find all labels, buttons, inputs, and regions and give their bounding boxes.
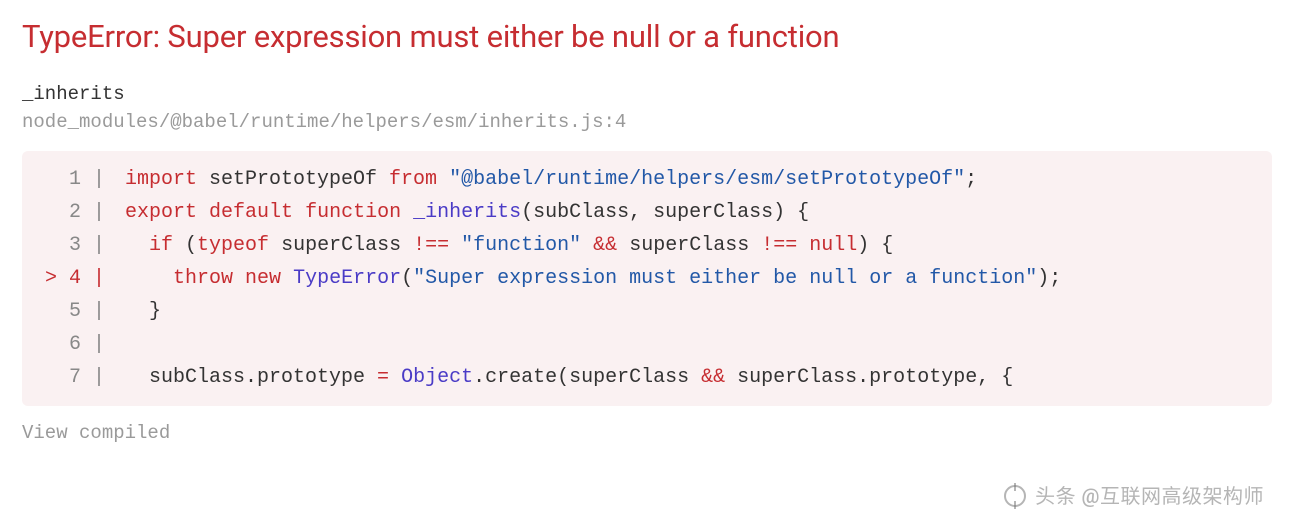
watermark: 头条 @互联网高级架构师 <box>1004 480 1264 509</box>
stack-frame-function: _inherits <box>22 83 1272 105</box>
code-line: 7 | subClass.prototype = Object.create(s… <box>22 361 1272 394</box>
line-content: } <box>117 295 161 328</box>
view-compiled-link[interactable]: View compiled <box>22 422 1272 444</box>
line-content: subClass.prototype = Object.create(super… <box>117 361 1013 394</box>
code-line: 2 | export default function _inherits(su… <box>22 196 1272 229</box>
line-content <box>117 328 125 361</box>
line-content: if (typeof superClass !== "function" && … <box>117 229 893 262</box>
line-content: export default function _inherits(subCla… <box>117 196 809 229</box>
stack-frame-file[interactable]: node_modules/@babel/runtime/helpers/esm/… <box>22 111 1272 133</box>
line-gutter: 6 | <box>22 328 117 361</box>
watermark-logo-icon <box>1004 485 1026 507</box>
line-gutter: 1 | <box>22 163 117 196</box>
line-gutter: 2 | <box>22 196 117 229</box>
watermark-text: 头条 @互联网高级架构师 <box>1035 484 1264 508</box>
code-block: 1 | import setPrototypeOf from "@babel/r… <box>22 151 1272 406</box>
line-gutter: 5 | <box>22 295 117 328</box>
line-gutter: 7 | <box>22 361 117 394</box>
line-content: throw new TypeError("Super expression mu… <box>117 262 1061 295</box>
code-line: 1 | import setPrototypeOf from "@babel/r… <box>22 163 1272 196</box>
code-line: 3 | if (typeof superClass !== "function"… <box>22 229 1272 262</box>
error-title: TypeError: Super expression must either … <box>22 18 1272 55</box>
line-gutter: 3 | <box>22 229 117 262</box>
code-line: 5 | } <box>22 295 1272 328</box>
code-line: 6 | <box>22 328 1272 361</box>
line-content: import setPrototypeOf from "@babel/runti… <box>117 163 977 196</box>
code-line: > 4 | throw new TypeError("Super express… <box>22 262 1272 295</box>
line-gutter: > 4 | <box>22 262 117 295</box>
